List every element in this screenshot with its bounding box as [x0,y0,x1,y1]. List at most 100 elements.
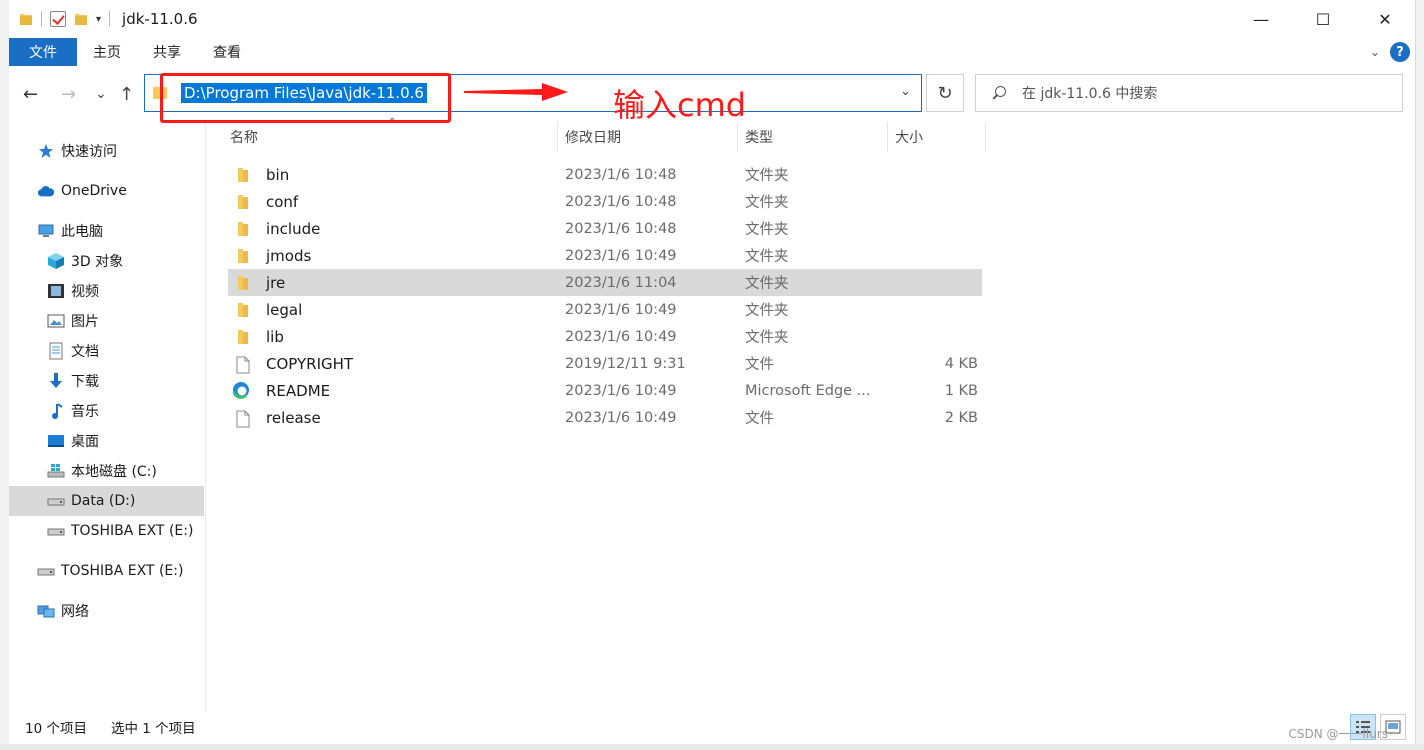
file-name: conf [266,192,299,211]
sidebar-item[interactable]: 网络 [9,596,204,626]
properties-check-icon[interactable] [50,11,66,27]
file-modified-date: 2023/1/6 10:48 [565,166,677,183]
sidebar-item[interactable]: 音乐 [9,396,204,426]
file-row[interactable]: jmods 2023/1/6 10:49 文件夹 [228,242,982,269]
column-divider[interactable] [887,122,888,152]
edge-icon [232,381,250,403]
file-type: Microsoft Edge ... [745,382,871,399]
file-icon [236,410,250,432]
windows-drive-icon [47,463,65,479]
column-header-date-label: 修改日期 [565,130,621,146]
file-row[interactable]: lib 2023/1/6 10:49 文件夹 [228,323,982,350]
annotation-highlight-box [160,73,451,123]
file-size: 1 KB [944,382,978,399]
selection-count: 选中 1 个项目 [110,721,196,737]
file-icon [236,356,250,378]
refresh-button[interactable]: ↻ [926,74,964,112]
sidebar-item-label: 下载 [71,374,99,390]
column-header-size[interactable]: 大小 [895,122,985,152]
tab-share[interactable]: 共享 [137,38,197,66]
file-name: release [266,408,321,427]
sidebar-item-label: TOSHIBA EXT (E:) [71,523,194,539]
sidebar-item-label: 3D 对象 [71,254,124,270]
file-size [898,296,978,323]
sidebar-item-label: TOSHIBA EXT (E:) [61,563,184,579]
column-header-date[interactable]: 修改日期 [565,122,735,152]
folder-icon [236,167,250,187]
folder-icon [236,275,250,295]
annotation-arrow-icon [464,83,568,101]
sidebar-item[interactable]: 桌面 [9,426,204,456]
maximize-button[interactable]: ☐ [1292,0,1354,38]
minimize-button[interactable]: — [1230,0,1292,38]
sidebar-item[interactable]: OneDrive [9,176,204,206]
window-title: jdk-11.0.6 [122,10,198,28]
column-divider[interactable] [557,122,558,152]
sidebar-item[interactable]: 快速访问 [9,136,204,166]
sidebar-item[interactable]: 文档 [9,336,204,366]
tab-home[interactable]: 主页 [77,38,137,66]
sidebar-item[interactable]: TOSHIBA EXT (E:) [9,556,204,586]
back-button[interactable]: ← [23,84,38,105]
sidebar-item[interactable]: 此电脑 [9,216,204,246]
sidebar-item-label: 音乐 [71,404,99,420]
computer-icon [37,223,55,239]
column-divider[interactable] [737,122,738,152]
file-row[interactable]: conf 2023/1/6 10:48 文件夹 [228,188,982,215]
file-name: COPYRIGHT [266,354,354,373]
quick-access-toolbar: ▾ [19,11,111,27]
sidebar-item-label: 本地磁盘 (C:) [71,464,157,480]
up-button[interactable]: ↑ [119,84,134,105]
sidebar-item-label: 网络 [61,604,89,620]
file-size: 2 KB [944,409,978,426]
toolbar-divider [41,11,42,27]
file-type: 文件夹 [745,222,789,238]
search-box[interactable]: 在 jdk-11.0.6 中搜索 [975,74,1403,112]
file-row[interactable]: jre 2023/1/6 11:04 文件夹 [228,269,982,296]
sidebar-item[interactable]: 图片 [9,306,204,336]
column-divider[interactable] [985,122,986,152]
close-button[interactable]: ✕ [1354,0,1416,38]
column-header-name-label: 名称 [230,130,258,146]
file-row[interactable]: include 2023/1/6 10:48 文件夹 [228,215,982,242]
sidebar-item-label: Data (D:) [71,493,136,509]
file-modified-date: 2023/1/6 10:49 [565,382,677,399]
column-header-type[interactable]: 类型 [745,122,885,152]
file-row[interactable]: release 2023/1/6 10:49 文件 2 KB [228,404,982,431]
file-modified-date: 2023/1/6 10:49 [565,328,677,345]
file-size: 4 KB [944,355,978,372]
file-row[interactable]: bin 2023/1/6 10:48 文件夹 [228,161,982,188]
address-history-chevron-icon[interactable]: ⌄ [900,84,911,99]
sidebar-item[interactable]: 本地磁盘 (C:) [9,456,204,486]
ribbon-right-controls: ⌄ ? [1370,42,1410,62]
sidebar-item[interactable]: TOSHIBA EXT (E:) [9,516,204,546]
sidebar-item[interactable]: Data (D:) [9,486,204,516]
tab-file[interactable]: 文件 [9,38,77,66]
new-folder-icon[interactable] [74,12,88,26]
star-icon [37,143,55,159]
file-row[interactable]: legal 2023/1/6 10:49 文件夹 [228,296,982,323]
forward-button[interactable]: → [61,84,76,105]
file-modified-date: 2023/1/6 10:48 [565,220,677,237]
file-type: 文件夹 [745,195,789,211]
sidebar-item[interactable]: 下载 [9,366,204,396]
file-row[interactable]: COPYRIGHT 2019/12/11 9:31 文件 4 KB [228,350,982,377]
sidebar-item[interactable]: 3D 对象 [9,246,204,276]
tab-view[interactable]: 查看 [197,38,257,66]
sidebar-item[interactable]: 视频 [9,276,204,306]
network-icon [37,603,55,619]
file-type: 文件 [745,411,774,427]
help-icon[interactable]: ? [1390,42,1410,62]
file-row[interactable]: README 2023/1/6 10:49 Microsoft Edge ... 1 … [228,377,982,404]
search-input[interactable]: 在 jdk-11.0.6 中搜索 [1022,83,1157,103]
column-header-type-label: 类型 [745,130,773,146]
recent-locations-button[interactable]: ⌄ [95,86,107,102]
customize-toolbar-icon[interactable]: ▾ [96,14,101,25]
file-modified-date: 2023/1/6 10:49 [565,301,677,318]
file-size [898,188,978,215]
file-size [898,215,978,242]
document-icon [47,342,65,360]
file-name: README [266,381,331,400]
sidebar-item-label: 快速访问 [61,144,117,160]
expand-ribbon-icon[interactable]: ⌄ [1370,45,1380,59]
